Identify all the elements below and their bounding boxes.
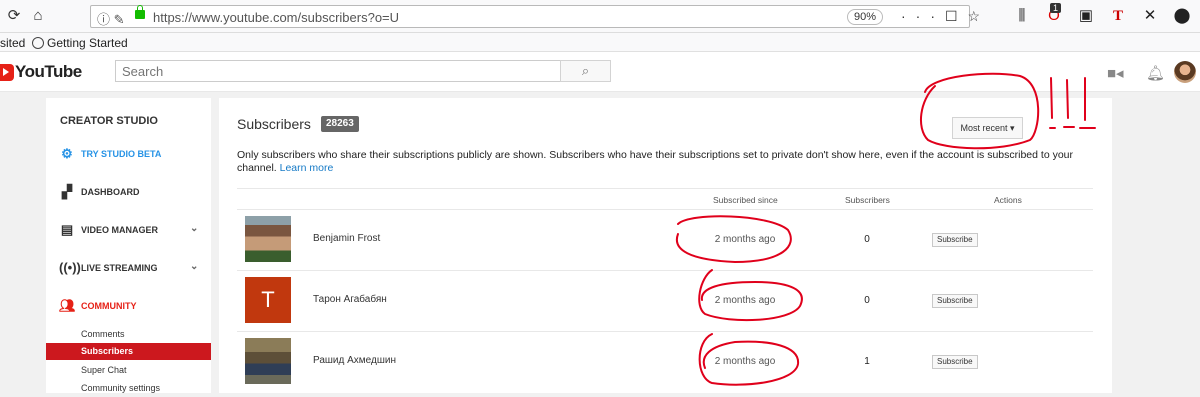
subitem-label: Comments — [81, 329, 125, 339]
sidebar-item-live-streaming[interactable]: ((•)) LIVE STREAMING ⌄ — [46, 258, 211, 278]
subscribe-button[interactable]: Subscribe — [932, 294, 978, 308]
live-streaming-icon: ((•)) — [59, 260, 81, 275]
youtube-header: YouTube ⌕ ■◂ 🔔︎ — [0, 52, 1200, 92]
extension-badge: 1 — [1050, 3, 1062, 13]
subscriber-name[interactable]: Рашид Ахмедшин — [313, 355, 396, 366]
ublock-icon[interactable]: ⬤ — [1172, 6, 1192, 26]
subscribed-since: 2 months ago — [714, 295, 776, 306]
subitem-label: Super Chat — [81, 365, 127, 375]
bookmarks-bar: sited Getting Started — [0, 33, 1200, 52]
subscriber-count: 0 — [864, 295, 870, 306]
text-extension-icon[interactable]: T — [1108, 6, 1128, 26]
column-header-since: Subscribed since — [713, 195, 778, 205]
subscribe-button[interactable]: Subscribe — [932, 233, 978, 247]
upload-video-icon[interactable]: ■◂ — [1107, 64, 1124, 82]
sidebar-subitem-community-settings[interactable]: Community settings — [46, 380, 211, 397]
subscriber-name[interactable]: Benjamin Frost — [313, 233, 380, 244]
sidebar-item-label: LIVE STREAMING — [81, 263, 158, 273]
sidebar-item-label: COMMUNITY — [81, 301, 137, 311]
sidebar-subitem-subscribers[interactable]: Subscribers — [46, 343, 211, 360]
table-row: Benjamin Frost 2 months ago 0 Subscribe — [237, 210, 1093, 271]
subscriber-count-badge: 28263 — [321, 116, 359, 132]
table-row: Рашид Ахмедшин 2 months ago 1 Subscribe — [237, 332, 1093, 393]
subscribed-since: 2 months ago — [714, 234, 776, 245]
table-row: T Тарон Агабабян 2 months ago 0 Subscrib… — [237, 271, 1093, 332]
search-input[interactable] — [115, 60, 561, 82]
sidebar-item-try-studio-beta[interactable]: ⚙ TRY STUDIO BETA — [46, 144, 211, 164]
sort-dropdown[interactable]: Most recent ▾ — [952, 117, 1023, 139]
subscriber-count: 0 — [864, 234, 870, 245]
chevron-down-icon: ⌄ — [190, 261, 199, 272]
sidebar-item-label: TRY STUDIO BETA — [81, 149, 162, 159]
bookmark-getting-started[interactable]: Getting Started — [32, 36, 128, 50]
bookmark-label: Getting Started — [47, 36, 128, 50]
column-header-subscribers: Subscribers — [845, 195, 890, 205]
sidebar-subitem-super-chat[interactable]: Super Chat — [46, 362, 211, 379]
chevron-down-icon: ⌄ — [190, 223, 199, 234]
gear-icon: ⚙ — [61, 146, 73, 161]
x-extension-icon[interactable]: ✕ — [1140, 6, 1160, 26]
info-message: Only subscribers who share their subscri… — [237, 149, 1074, 174]
site-info-icon[interactable]: ⓘ ✎ — [97, 9, 125, 28]
zoom-indicator[interactable]: 90% — [847, 9, 884, 25]
search-icon: ⌕ — [581, 63, 590, 78]
sort-label: Most recent — [960, 123, 1008, 133]
column-header-actions: Actions — [994, 195, 1022, 205]
subscriber-avatar[interactable] — [245, 338, 291, 384]
community-icon: 👥︎ — [59, 298, 76, 313]
logo-text: YouTube — [15, 62, 82, 81]
reload-icon[interactable]: ⟳ — [4, 6, 24, 26]
youtube-logo[interactable]: YouTube — [0, 62, 82, 82]
subscribed-since: 2 months ago — [714, 356, 776, 367]
search-button[interactable]: ⌕ — [560, 60, 611, 82]
sidebar-item-community[interactable]: 👥︎ COMMUNITY — [46, 296, 211, 316]
globe-icon — [32, 37, 44, 49]
subscriber-avatar[interactable] — [245, 216, 291, 262]
dashboard-icon: ▞ — [62, 184, 72, 199]
library-icon[interactable]: ⫼ — [1012, 6, 1032, 26]
caret-down-icon: ▾ — [1010, 123, 1015, 133]
subscriber-avatar[interactable]: T — [245, 277, 291, 323]
youtube-play-icon — [0, 63, 14, 81]
creator-studio-sidebar: CREATOR STUDIO ⚙ TRY STUDIO BETA ▞ DASHB… — [46, 98, 211, 393]
address-bar[interactable]: ⓘ ✎ https://www.youtube.com/subscribers?… — [90, 5, 980, 28]
video-manager-icon: ▤ — [60, 222, 74, 237]
sidebar-item-dashboard[interactable]: ▞ DASHBOARD — [46, 182, 211, 202]
url-text[interactable]: https://www.youtube.com/subscribers?o=U — [153, 10, 399, 25]
browser-toolbar: ⟳ ⌂ ⓘ ✎ https://www.youtube.com/subscrib… — [0, 0, 1200, 33]
subscribers-panel: Subscribers 28263 Most recent ▾ Only sub… — [219, 98, 1112, 393]
learn-more-link[interactable]: Learn more — [280, 162, 334, 174]
sidebar-subitem-comments[interactable]: Comments — [46, 326, 211, 343]
sidebar-item-label: DASHBOARD — [81, 187, 140, 197]
info-text: Only subscribers who share their subscri… — [237, 149, 1097, 175]
sidebar-item-video-manager[interactable]: ▤ VIDEO MANAGER ⌄ — [46, 220, 211, 240]
sidebar-item-label: VIDEO MANAGER — [81, 225, 159, 235]
sidebar-icon[interactable]: ▣ — [1076, 6, 1096, 26]
bookmark-most-visited[interactable]: sited — [0, 36, 25, 50]
account-avatar[interactable] — [1174, 61, 1196, 83]
page-actions-icons[interactable]: ···☐☆ — [901, 8, 990, 25]
lock-icon — [135, 5, 145, 19]
subscriber-name[interactable]: Тарон Агабабян — [313, 294, 387, 305]
subscribe-button[interactable]: Subscribe — [932, 355, 978, 369]
subitem-label: Subscribers — [81, 346, 134, 356]
subitem-label: Community settings — [81, 383, 161, 393]
home-icon[interactable]: ⌂ — [28, 6, 48, 26]
sidebar-title: CREATOR STUDIO — [60, 115, 158, 127]
divider — [237, 188, 1093, 189]
page-title: Subscribers — [237, 116, 311, 132]
notifications-bell-icon[interactable]: 🔔︎ — [1146, 64, 1165, 82]
subscriber-count: 1 — [864, 356, 870, 367]
